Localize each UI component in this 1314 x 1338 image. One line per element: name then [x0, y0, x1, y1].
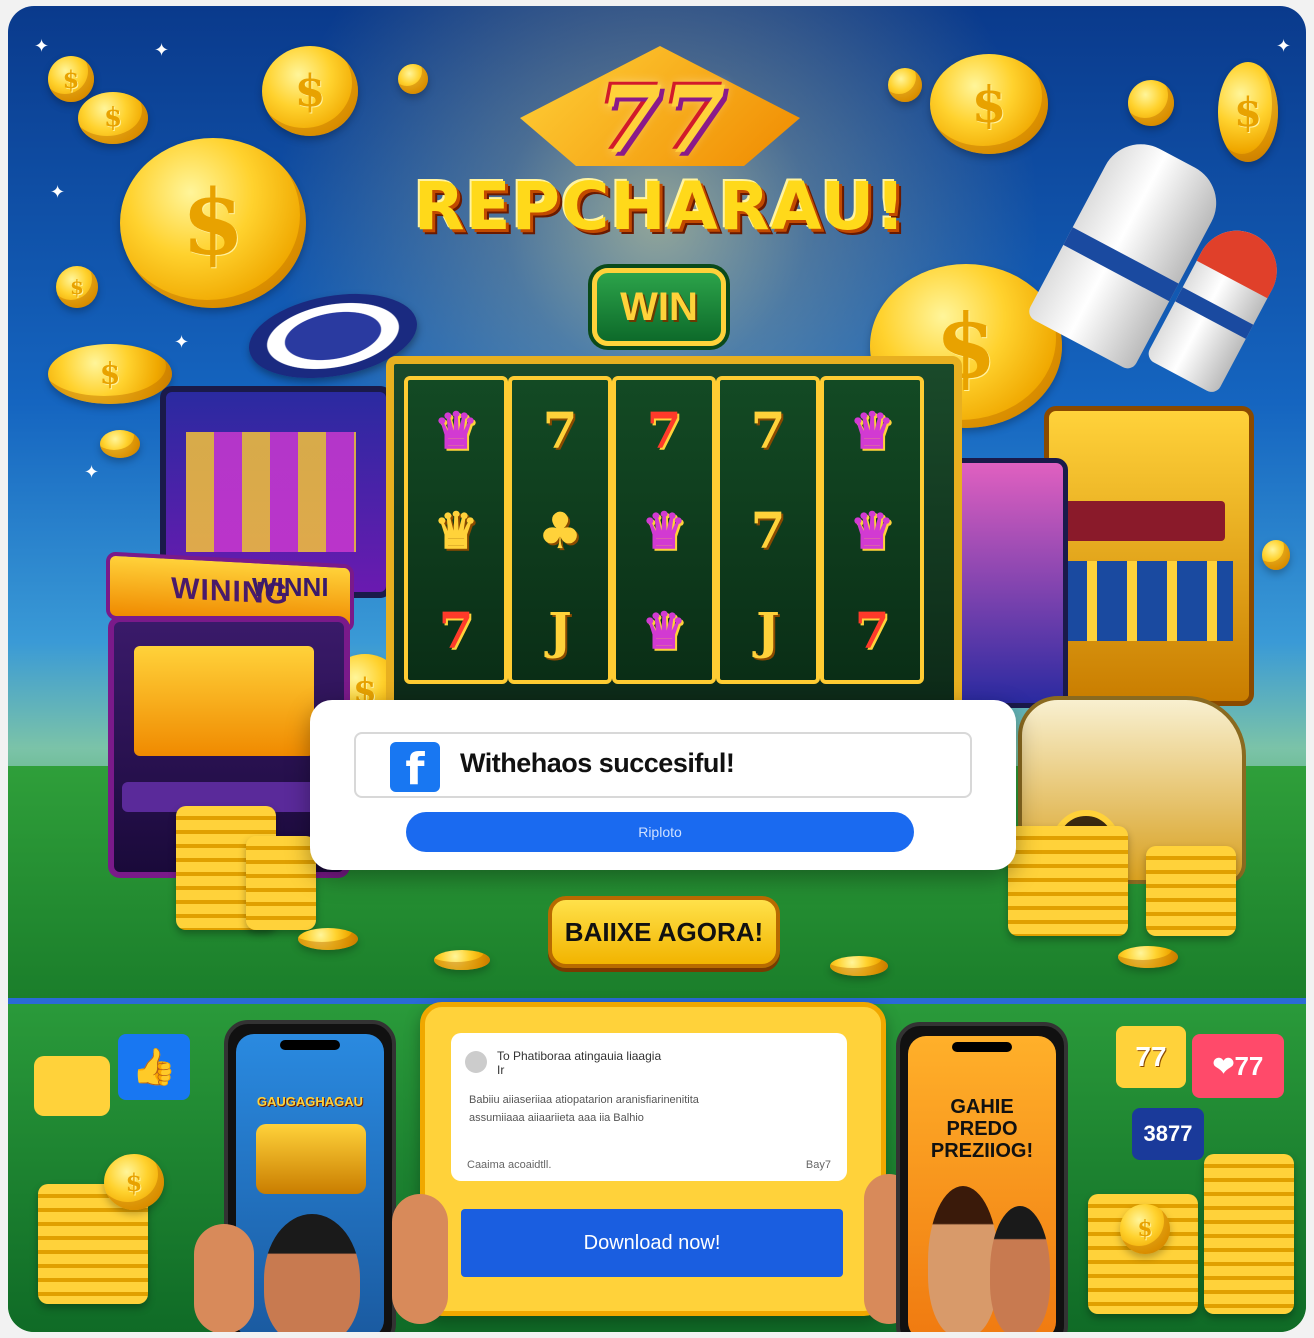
phone-right-title: GAHIE PREDO PREZIIOG!	[930, 1096, 1034, 1162]
promo-banner: ✦ ✦ ✦ ✦ ✦ ✦ $ $ $ $ $ $ $ $ $ $ 77 REPCH…	[8, 6, 1306, 1332]
notification-footer: Caaima acoaidtll. Bay7	[467, 1159, 831, 1171]
logo: 77 REPCHARAU! WIN	[360, 46, 960, 346]
coin-icon	[1128, 80, 1174, 126]
download-button[interactable]: Download now!	[461, 1209, 843, 1277]
sparkle-icon: ✦	[84, 462, 100, 482]
coin-icon: $	[104, 1154, 164, 1210]
thumbs-up-icon: 👍	[118, 1034, 190, 1100]
man-illustration	[928, 1186, 998, 1332]
win-badge: WIN	[592, 268, 726, 346]
casino-building	[1044, 406, 1254, 706]
folder-icon	[34, 1056, 110, 1116]
count-bubble: 3877	[1132, 1108, 1204, 1160]
logo-number: 77	[597, 66, 727, 174]
notification-header: To Phatiboraa atingauia liaagia Ir	[497, 1049, 662, 1077]
woman-illustration	[990, 1206, 1050, 1332]
woman-illustration	[264, 1214, 360, 1332]
slot-machine-background	[948, 458, 1068, 708]
coin-icon: $	[1218, 62, 1278, 162]
download-now-button[interactable]: BAIIXE AGORA!	[548, 896, 780, 968]
coin-icon	[100, 430, 140, 458]
bottom-section: 👍 $ GAUGAGHAGAU To Phatiboraa atingauia …	[8, 998, 1306, 1332]
coin-icon	[1262, 540, 1290, 570]
sparkle-icon: ✦	[34, 36, 50, 56]
heart-bubble: ❤ 77	[1192, 1034, 1284, 1098]
phone-right: GAHIE PREDO PREZIIOG!	[896, 1022, 1068, 1332]
slot-reel: ♛ ♛ 7	[820, 376, 924, 684]
coin-icon: $	[48, 56, 94, 102]
coin-stack	[1204, 1154, 1294, 1314]
notification-panel: To Phatiboraa atingauia liaagia Ir Babiiu…	[451, 1033, 847, 1181]
dialog-message-field: f Withehaos succesiful!	[354, 732, 972, 798]
dialog-message: Withehaos succesiful!	[460, 748, 735, 778]
slot-reel: 7 ♛ ♛	[612, 376, 716, 684]
phone-left-logo	[256, 1124, 366, 1194]
dialog-confirm-button[interactable]: Riploto	[406, 812, 914, 852]
coin-icon: $	[56, 266, 98, 308]
avatar	[465, 1051, 487, 1073]
coin-stack	[246, 836, 316, 930]
chat-bubble-77: 77	[1116, 1026, 1186, 1088]
coin-icon	[298, 928, 358, 950]
hand-illustration	[392, 1194, 448, 1324]
slot-reel: ♛ ♛ 7	[404, 376, 508, 684]
coin-stack	[1146, 846, 1236, 936]
sparkle-icon: ✦	[174, 332, 190, 352]
coin-icon: $	[78, 92, 148, 144]
coin-stack	[1008, 826, 1128, 936]
heart-icon: ❤	[1212, 1050, 1235, 1081]
phone-left-title: GAUGAGHAGAU	[256, 1094, 364, 1109]
machine-sign-right: WINNI	[252, 572, 329, 602]
slot-machine: ♛ ♛ 7 7 ♣ J 7 ♛ ♛ 77J ♛ ♛ 7	[386, 356, 962, 712]
coin-large-icon: $	[120, 138, 306, 308]
sparkle-icon: ✦	[154, 40, 170, 60]
coin-icon: $	[262, 46, 358, 136]
slot-reel: 7 ♣ J	[508, 376, 612, 684]
coin-icon: $	[1120, 1204, 1170, 1254]
sparkle-icon: ✦	[1276, 36, 1292, 56]
coin-icon: $	[48, 344, 172, 404]
facebook-icon: f	[390, 742, 440, 792]
notification-body: Babiiu aiiaseriiaa atiopatarion aranisfi…	[469, 1094, 699, 1124]
success-dialog: f Withehaos succesiful! Riploto	[310, 700, 1016, 870]
coin-icon	[434, 950, 490, 970]
page-title: REPCHARAU!	[413, 168, 907, 245]
slot-reel: 77J	[716, 376, 820, 684]
notification-card: To Phatiboraa atingauia liaagia Ir Babiiu…	[420, 1002, 886, 1316]
coin-icon	[830, 956, 888, 976]
hand-illustration	[194, 1224, 254, 1332]
sparkle-icon: ✦	[50, 182, 66, 202]
coin-icon	[1118, 946, 1178, 968]
